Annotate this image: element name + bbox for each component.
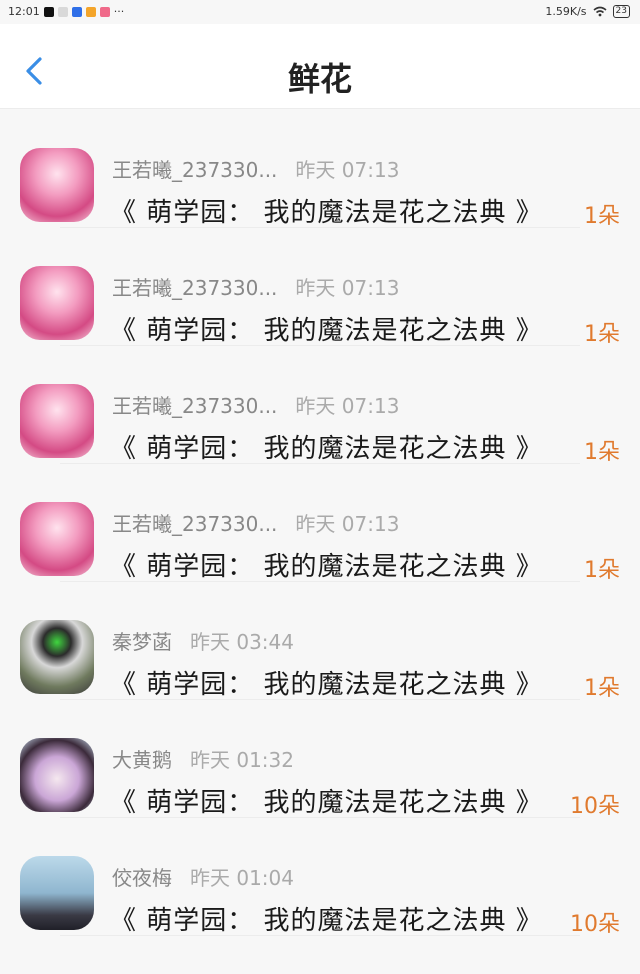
book-title: 《 萌学园： 我的魔法是花之法典 》 bbox=[110, 316, 543, 346]
username: 王若曦_237330... bbox=[112, 276, 278, 300]
item-meta: 佼夜梅 昨天 01:04 bbox=[112, 862, 294, 891]
timestamp: 昨天 03:44 bbox=[190, 630, 294, 654]
avatar[interactable] bbox=[20, 502, 94, 576]
app-icon bbox=[57, 6, 68, 17]
book-title: 《 萌学园： 我的魔法是花之法典 》 bbox=[110, 788, 543, 818]
username: 秦梦菡 bbox=[112, 630, 172, 654]
book-title: 《 萌学园： 我的魔法是花之法典 》 bbox=[110, 552, 543, 582]
username: 佼夜梅 bbox=[112, 866, 172, 890]
timestamp: 昨天 01:32 bbox=[190, 748, 294, 772]
item-meta: 王若曦_237330... 昨天 07:13 bbox=[112, 508, 399, 537]
flower-count: 1朵 bbox=[584, 440, 620, 465]
avatar[interactable] bbox=[20, 384, 94, 458]
username: 王若曦_237330... bbox=[112, 158, 278, 182]
more-notifications-icon: ··· bbox=[113, 5, 125, 18]
page-title: 鲜花 bbox=[287, 60, 352, 98]
item-meta: 大黄鹅 昨天 01:32 bbox=[112, 744, 294, 773]
flower-count: 10朵 bbox=[570, 912, 620, 937]
username: 大黄鹅 bbox=[112, 748, 172, 772]
book-title: 《 萌学园： 我的魔法是花之法典 》 bbox=[110, 434, 543, 464]
video-icon bbox=[99, 6, 110, 17]
avatar[interactable] bbox=[20, 856, 94, 930]
header: 鲜花 bbox=[0, 24, 640, 109]
flower-count: 1朵 bbox=[584, 204, 620, 229]
book-title: 《 萌学园： 我的魔法是花之法典 》 bbox=[110, 198, 543, 228]
avatar[interactable] bbox=[20, 738, 94, 812]
timestamp: 昨天 01:04 bbox=[190, 866, 294, 890]
timestamp: 昨天 07:13 bbox=[295, 276, 400, 300]
list-item[interactable]: 大黄鹅 昨天 01:32 《 萌学园： 我的魔法是花之法典 》 10朵 bbox=[0, 700, 640, 819]
status-time: 12:01 bbox=[8, 5, 40, 18]
book-title: 《 萌学园： 我的魔法是花之法典 》 bbox=[110, 906, 543, 936]
list-item[interactable]: 佼夜梅 昨天 01:04 《 萌学园： 我的魔法是花之法典 》 10朵 bbox=[0, 818, 640, 937]
message-icon bbox=[71, 6, 82, 17]
battery-indicator: 23 bbox=[612, 5, 630, 18]
list-item[interactable]: 秦梦菡 昨天 03:44 《 萌学园： 我的魔法是花之法典 》 1朵 bbox=[0, 582, 640, 701]
book-title: 《 萌学园： 我的魔法是花之法典 》 bbox=[110, 670, 543, 700]
username: 王若曦_237330... bbox=[112, 512, 278, 536]
avatar[interactable] bbox=[20, 266, 94, 340]
status-bar: 12:01 ··· 1.59K/s 23 bbox=[0, 0, 640, 24]
tiktok-icon bbox=[43, 6, 54, 17]
item-meta: 王若曦_237330... 昨天 07:13 bbox=[112, 390, 399, 419]
list-item[interactable]: 王若曦_237330... 昨天 07:13 《 萌学园： 我的魔法是花之法典 》 1… bbox=[0, 228, 640, 347]
timestamp: 昨天 07:13 bbox=[295, 512, 400, 536]
weibo-icon bbox=[85, 6, 96, 17]
avatar[interactable] bbox=[20, 148, 94, 222]
list-item[interactable]: 王若曦_237330... 昨天 07:13 《 萌学园： 我的魔法是花之法典 》 1… bbox=[0, 464, 640, 583]
list-item[interactable]: 王若曦_237330... 昨天 07:13 《 萌学园： 我的魔法是花之法典 》 1… bbox=[0, 110, 640, 229]
flower-count: 1朵 bbox=[584, 676, 620, 701]
flower-list: 王若曦_237330... 昨天 07:13 《 萌学园： 我的魔法是花之法典 》 1… bbox=[0, 110, 640, 937]
flower-count: 1朵 bbox=[584, 322, 620, 347]
flower-count: 1朵 bbox=[584, 558, 620, 583]
list-item[interactable]: 王若曦_237330... 昨天 07:13 《 萌学园： 我的魔法是花之法典 》 1… bbox=[0, 346, 640, 465]
item-meta: 秦梦菡 昨天 03:44 bbox=[112, 626, 294, 655]
item-meta: 王若曦_237330... 昨天 07:13 bbox=[112, 154, 399, 183]
username: 王若曦_237330... bbox=[112, 394, 278, 418]
network-speed: 1.59K/s bbox=[545, 5, 587, 18]
timestamp: 昨天 07:13 bbox=[295, 158, 400, 182]
avatar[interactable] bbox=[20, 620, 94, 694]
item-meta: 王若曦_237330... 昨天 07:13 bbox=[112, 272, 399, 301]
timestamp: 昨天 07:13 bbox=[295, 394, 400, 418]
flower-count: 10朵 bbox=[570, 794, 620, 819]
wifi-icon bbox=[593, 6, 607, 17]
